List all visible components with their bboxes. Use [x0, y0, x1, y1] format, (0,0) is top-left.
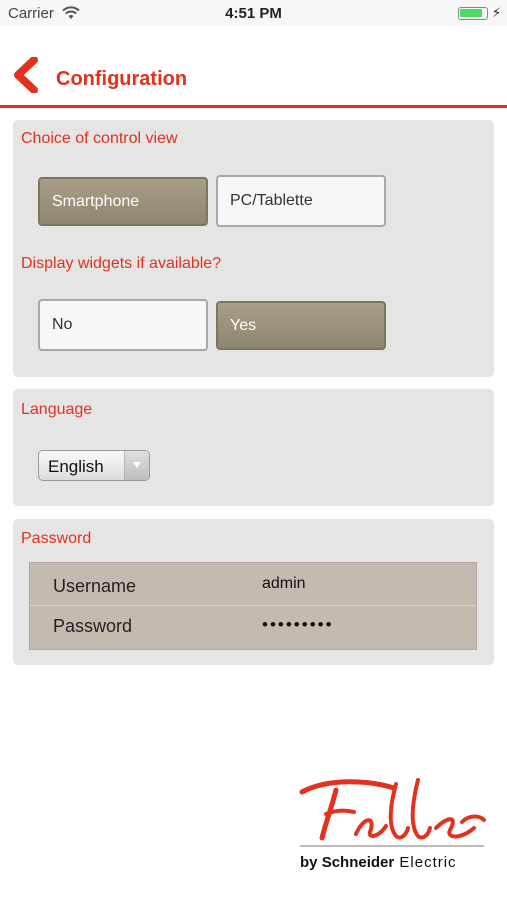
username-value: admin [262, 575, 306, 592]
username-label: Username [53, 576, 137, 596]
nav-header: Configuration [0, 26, 507, 108]
widgets-yes-button[interactable]: Yes [216, 301, 386, 350]
username-row[interactable]: Username admin [30, 563, 476, 606]
clock: 4:51 PM [225, 5, 282, 22]
widgets-no-button[interactable]: No [38, 299, 208, 351]
smartphone-option-label: Smartphone [52, 192, 140, 210]
pc-tablette-option-button[interactable]: PC/Tablette [216, 175, 386, 227]
widgets-no-label: No [52, 316, 73, 333]
password-row[interactable]: Password ••••••••• [30, 606, 476, 649]
widgets-title: Display widgets if available? [21, 255, 222, 272]
status-bar: Carrier 4:51 PM ⚡ [0, 0, 507, 26]
credentials-table: Username admin Password ••••••••• [29, 562, 477, 650]
chevron-down-icon [133, 462, 141, 468]
smartphone-option-button[interactable]: Smartphone [38, 177, 208, 226]
language-select[interactable]: English [38, 450, 150, 481]
language-panel: Language English [13, 389, 494, 506]
page-title: Configuration [56, 68, 188, 90]
control-view-title: Choice of control view [21, 130, 178, 147]
schneider-tagline: by Schneider Electric [300, 854, 457, 871]
tagline-brand: Schneider [321, 854, 395, 871]
password-section-title: Password [21, 530, 92, 547]
widgets-yes-label: Yes [230, 316, 257, 334]
language-selected-value: English [48, 457, 104, 476]
battery-icon [458, 7, 488, 20]
dropdown-button[interactable] [124, 451, 149, 480]
password-panel: Password Username admin Password •••••••… [13, 519, 494, 665]
tagline-suffix: Electric [394, 854, 457, 871]
password-label: Password [53, 616, 133, 636]
pc-tablette-option-label: PC/Tablette [230, 192, 313, 209]
password-value: ••••••••• [262, 615, 334, 634]
feller-script-logo [299, 778, 486, 847]
back-chevron-icon[interactable] [12, 57, 42, 93]
charging-icon: ⚡ [492, 5, 502, 20]
tagline-by: by [300, 854, 322, 871]
control-view-panel: Choice of control view Smartphone PC/Tab… [13, 120, 494, 377]
language-title: Language [21, 401, 93, 418]
feller-schneider-logo: by Schneider Electric [298, 776, 488, 880]
